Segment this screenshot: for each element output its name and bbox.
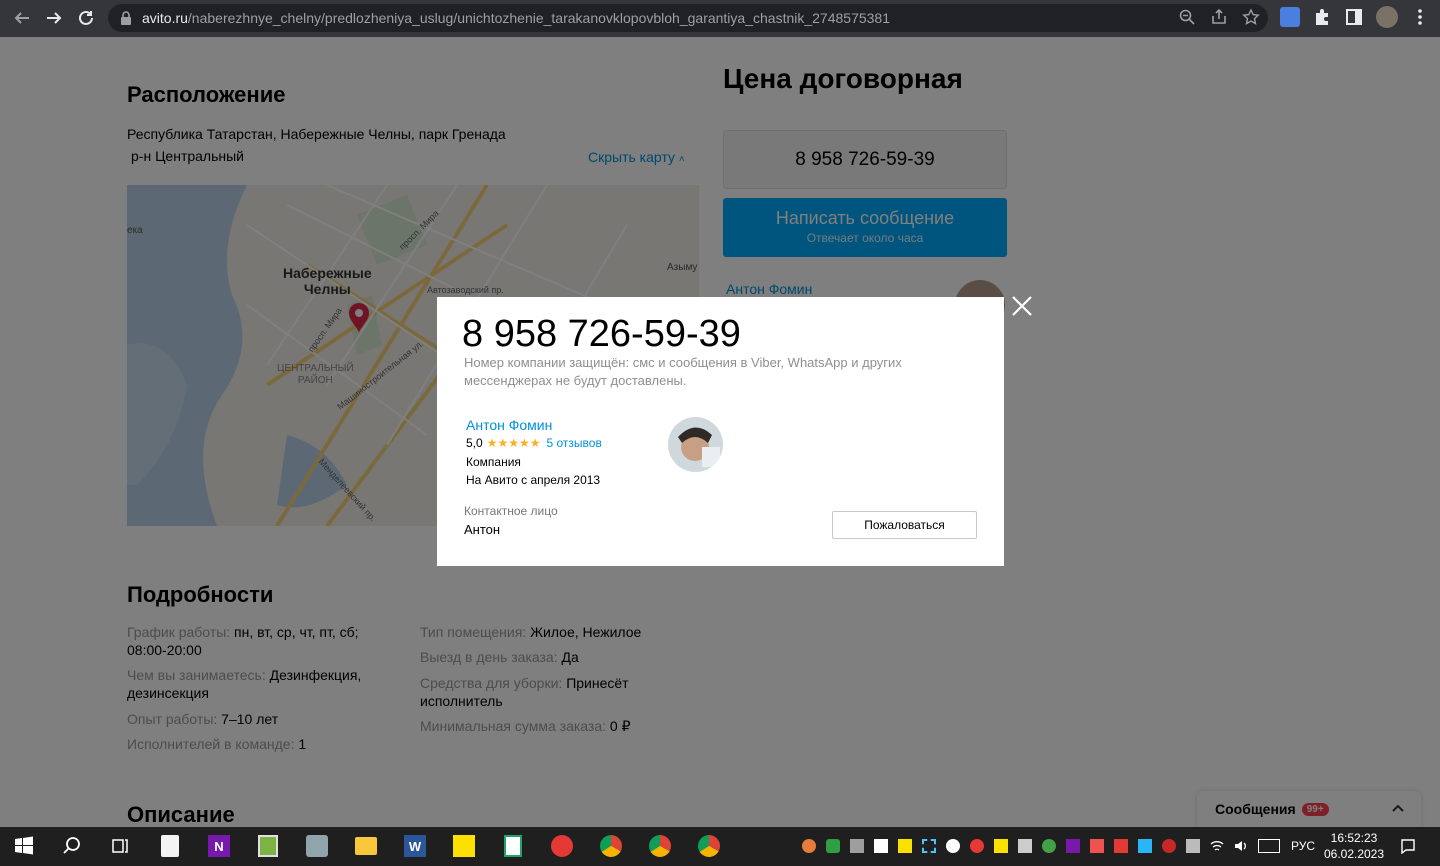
side-panel-icon[interactable] [1344, 7, 1364, 27]
phone-modal: 8 958 726-59-39 Номер компании защищён: … [437, 297, 1004, 566]
notes-app-icon[interactable] [158, 834, 182, 858]
seller-since: На Авито с апреля 2013 [466, 473, 601, 487]
tray-shield-icon[interactable] [826, 839, 840, 853]
windows-start-icon[interactable] [12, 834, 36, 858]
chrome-icon[interactable] [599, 834, 623, 858]
app-icon[interactable] [305, 834, 329, 858]
clock-time: 16:52:23 [1330, 831, 1378, 845]
notifications-icon[interactable] [1400, 838, 1416, 855]
modal-seller-link[interactable]: Антон Фомин [466, 417, 552, 433]
zoom-icon[interactable] [1178, 8, 1196, 26]
menu-kebab-icon[interactable] [1410, 7, 1430, 27]
bookmark-star-icon[interactable] [1242, 8, 1260, 26]
tray-app-icon[interactable] [1138, 839, 1152, 853]
tray-snip-icon[interactable] [922, 839, 936, 853]
volume-icon[interactable] [1234, 839, 1248, 853]
tray-file-icon[interactable] [874, 839, 888, 853]
seller-type: Компания [466, 455, 521, 469]
back-icon[interactable] [6, 2, 38, 34]
chrome-icon[interactable] [648, 834, 672, 858]
word-icon[interactable]: W [403, 834, 427, 858]
seller-rating: 5,0 ★★★★★ 5 отзывов [466, 436, 602, 450]
tray-app-icon[interactable] [1018, 839, 1032, 853]
profile-avatar[interactable] [1376, 6, 1398, 28]
spreadsheet-icon[interactable] [501, 834, 525, 858]
notepad-icon[interactable] [256, 834, 280, 858]
tray-app-icon[interactable] [946, 839, 960, 853]
tray-app-icon[interactable] [1162, 839, 1176, 853]
contact-person-label: Контактное лицо [464, 504, 558, 518]
reload-icon[interactable] [70, 2, 102, 34]
address-bar[interactable]: avito.ru/naberezhnye_chelny/predlozheniy… [108, 4, 1268, 32]
share-icon[interactable] [1210, 8, 1228, 26]
tray-app-icon[interactable] [1042, 839, 1056, 853]
chrome-icon[interactable] [697, 834, 721, 858]
task-view-icon[interactable] [108, 834, 132, 858]
keyboard-icon[interactable] [1258, 839, 1280, 853]
url-text: avito.ru/naberezhnye_chelny/predlozheniy… [142, 10, 890, 26]
tray-app-icon[interactable] [1114, 839, 1128, 853]
tray-onenote-icon[interactable] [1066, 839, 1080, 853]
tray-note-icon[interactable] [898, 839, 912, 853]
tray-monitor-icon[interactable] [850, 839, 864, 853]
search-icon[interactable] [60, 834, 84, 858]
onenote-icon[interactable]: N [207, 834, 231, 858]
browser-toolbar: avito.ru/naberezhnye_chelny/predlozheniy… [0, 0, 1440, 37]
clock-date: 06.02.2023 [1323, 847, 1385, 861]
close-icon[interactable] [1010, 294, 1034, 318]
translate-extension-icon[interactable] [1280, 7, 1300, 27]
tray-app-icon[interactable] [994, 839, 1008, 853]
rating-value: 5,0 [466, 436, 483, 450]
lock-icon [121, 11, 131, 25]
yandex-icon[interactable] [550, 834, 574, 858]
complain-button[interactable]: Пожаловаться [832, 511, 977, 539]
file-explorer-icon[interactable] [354, 834, 378, 858]
forward-icon[interactable] [38, 2, 70, 34]
windows-taskbar: N W РУС 16:52:23 06.02.2023 [0, 827, 1440, 866]
modal-phone-number: 8 958 726-59-39 [462, 313, 741, 355]
contact-person-name: Антон [464, 522, 501, 537]
battery-icon[interactable] [1186, 839, 1200, 853]
language-indicator[interactable]: РУС [1291, 839, 1315, 853]
tray-app-icon[interactable] [802, 839, 816, 853]
protected-number-note: Номер компании защищён: смс и сообщения … [464, 355, 902, 388]
tray-app-icon[interactable] [970, 839, 984, 853]
reviews-link[interactable]: 5 отзывов [546, 436, 601, 450]
extensions-puzzle-icon[interactable] [1312, 7, 1332, 27]
wifi-icon[interactable] [1210, 839, 1224, 853]
sticky-notes-icon[interactable] [452, 834, 476, 858]
tray-app-icon[interactable] [1090, 839, 1104, 853]
modal-seller-avatar[interactable] [668, 417, 723, 472]
clock[interactable]: 16:52:23 06.02.2023 [1322, 830, 1386, 862]
rating-stars-icon: ★★★★★ [486, 436, 541, 450]
